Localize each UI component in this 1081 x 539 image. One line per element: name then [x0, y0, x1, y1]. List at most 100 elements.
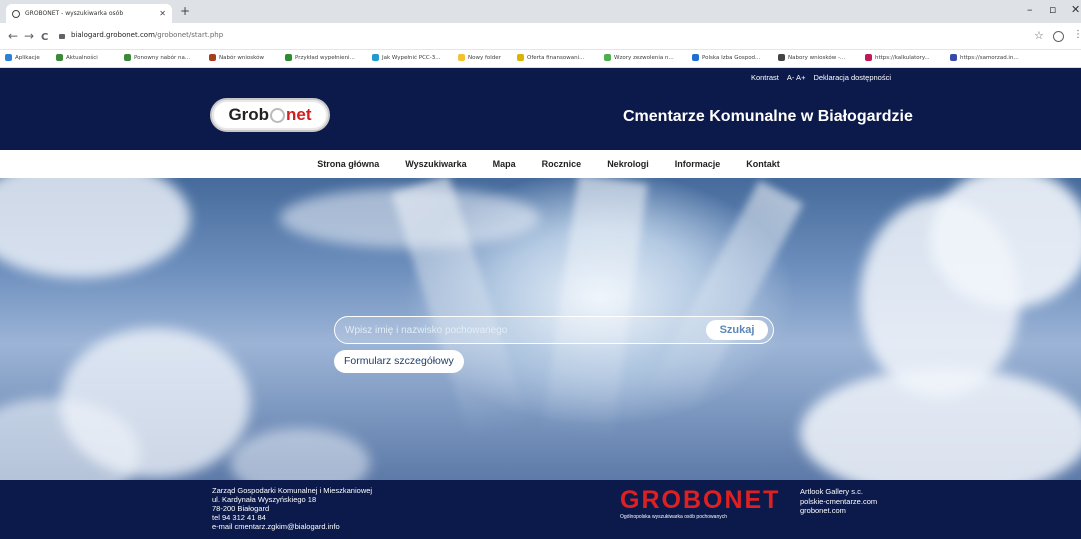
site-footer: Zarząd Gospodarki Komunalnej i Mieszkani… [0, 480, 1081, 539]
bookmark-item[interactable]: https://samorzad.in... [950, 54, 1019, 61]
detailed-form-button[interactable]: Formularz szczegółowy [334, 350, 464, 373]
browser-menu-icon[interactable]: ⋮ [1073, 29, 1081, 40]
cloud [230, 428, 370, 480]
search-button[interactable]: Szukaj [706, 320, 768, 340]
bookmark-label: Polska Izba Gospod... [702, 54, 761, 61]
bookmark-label: https://kalkulatory... [875, 54, 930, 61]
search-input[interactable] [345, 322, 695, 339]
light-beam [542, 178, 648, 442]
cloud [280, 188, 540, 248]
globe-icon [12, 9, 20, 18]
footer-links: Artlook Gallery s.c. polskie-cmentarze.c… [800, 487, 877, 516]
bookmark-item[interactable]: Ponowny nabór na... [124, 54, 190, 61]
font-size-link[interactable]: A- A+ [787, 73, 806, 82]
logo-text-grob: Grob [228, 105, 270, 124]
bookmark-favicon [285, 54, 292, 61]
contrast-link[interactable]: Kontrast [751, 73, 779, 82]
main-nav: Strona główna Wyszukiwarka Mapa Rocznice… [0, 150, 1081, 178]
footer-company: Artlook Gallery s.c. [800, 487, 863, 496]
bookmark-label: Nowy folder [468, 54, 501, 61]
footer-brand: GROBONET [620, 486, 781, 514]
window-close-button[interactable]: ✕ [1071, 3, 1080, 16]
bookmark-item[interactable]: Nabory wniosków -... [778, 54, 845, 61]
bookmark-label: Wzory zezwolenia n... [614, 54, 674, 61]
bookmark-item[interactable]: Oferta finansowani... [517, 54, 584, 61]
url-path: /grobonet/start.php [154, 31, 224, 39]
bookmarks-bar: Aplikacje Aktualności Ponowny nabór na..… [0, 50, 1081, 68]
nav-anniversaries[interactable]: Rocznice [542, 159, 582, 169]
bookmark-item[interactable]: Jak Wypełnić PCC-3... [372, 54, 440, 61]
cloud [0, 178, 190, 278]
footer-address-line: Zarząd Gospodarki Komunalnej i Mieszkani… [212, 486, 373, 495]
footer-link[interactable]: polskie-cmentarze.com [800, 497, 877, 507]
profile-icon[interactable] [1053, 31, 1064, 42]
nav-information[interactable]: Informacje [675, 159, 721, 169]
bookmark-favicon [124, 54, 131, 61]
address-bar: ← → C bialogard.grobonet.com/grobonet/st… [0, 23, 1081, 50]
site-title: Cmentarze Komunalne w Białogardzie [623, 108, 913, 125]
bookmark-favicon [778, 54, 785, 61]
bookmark-favicon [56, 54, 63, 61]
site-header: Kontrast A- A+ Deklaracja dostępności Gr… [0, 68, 1081, 150]
browser-tab[interactable]: GROBONET - wyszukiwarka osób ✕ [6, 4, 172, 23]
bookmark-favicon [604, 54, 611, 61]
bookmark-item[interactable]: https://kalkulatory... [865, 54, 930, 61]
nav-search[interactable]: Wyszukiwarka [405, 159, 466, 169]
footer-email[interactable]: e-mail cmentarz.zgkim@bialogard.info [212, 522, 372, 531]
bookmark-label: https://samorzad.in... [960, 54, 1019, 61]
bookmark-item[interactable]: Polska Izba Gospod... [692, 54, 760, 61]
bookmark-favicon [865, 54, 872, 61]
nav-map[interactable]: Mapa [493, 159, 516, 169]
bookmark-label: Ponowny nabór na... [134, 54, 191, 61]
url-field[interactable]: bialogard.grobonet.com/grobonet/start.ph… [71, 31, 223, 39]
bookmark-favicon [372, 54, 379, 61]
folder-icon [458, 54, 465, 61]
back-button[interactable]: ← [8, 29, 18, 43]
bookmark-item[interactable]: Aktualności [56, 54, 98, 61]
browser-tabstrip: GROBONET - wyszukiwarka osób ✕ + – ▫ ✕ [0, 0, 1081, 23]
light-beam [646, 180, 804, 416]
footer-address-line: tel 94 312 41 84 [212, 513, 266, 522]
cloud [800, 368, 1081, 480]
bookmark-item[interactable]: Przykład wypełnieni... [285, 54, 355, 61]
new-tab-button[interactable]: + [180, 4, 190, 18]
bookmark-label: Nabory wniosków -... [788, 54, 846, 61]
nav-contact[interactable]: Kontakt [746, 159, 780, 169]
footer-address-line: 78-200 Białogard [212, 504, 270, 513]
logo-ring-icon [270, 107, 286, 123]
footer-link[interactable]: grobonet.com [800, 506, 877, 516]
nav-obituaries[interactable]: Nekrologi [607, 159, 649, 169]
bookmark-item[interactable]: Nowy folder [458, 54, 501, 61]
minimize-button[interactable]: – [1027, 3, 1033, 16]
bookmark-favicon [517, 54, 524, 61]
nav-home[interactable]: Strona główna [317, 159, 379, 169]
reload-button[interactable]: C [41, 31, 48, 45]
bookmark-item[interactable]: Aplikacje [5, 54, 40, 61]
bookmark-favicon [209, 54, 216, 61]
accessibility-declaration-link[interactable]: Deklaracja dostępności [813, 73, 891, 82]
bookmark-item[interactable]: Nabór wniosków [209, 54, 264, 61]
footer-address-line: ul. Kardynała Wyszyńskiego 18 [212, 495, 317, 504]
bookmark-favicon [5, 54, 12, 61]
bookmark-favicon [950, 54, 957, 61]
bookmark-label: Aktualności [66, 54, 98, 61]
bookmark-label: Nabór wniosków [219, 54, 264, 61]
tab-close-icon[interactable]: ✕ [159, 9, 166, 18]
tab-title: GROBONET - wyszukiwarka osób [25, 10, 124, 17]
bookmark-star-icon[interactable]: ☆ [1034, 29, 1044, 42]
lock-icon [59, 34, 65, 39]
bookmark-label: Jak Wypełnić PCC-3... [382, 54, 441, 61]
restore-button[interactable]: ▫ [1049, 3, 1056, 16]
bookmark-label: Przykład wypełnieni... [295, 54, 355, 61]
grobonet-logo[interactable]: Grob net [210, 98, 330, 132]
url-host: bialogard.grobonet.com [71, 31, 155, 39]
logo-text-net: net [286, 105, 312, 124]
bookmark-label: Oferta finansowani... [527, 54, 585, 61]
bookmark-item[interactable]: Wzory zezwolenia n... [604, 54, 674, 61]
bookmark-label: Aplikacje [15, 54, 40, 61]
grobonet-footer-logo[interactable]: GROBONET Ogólnopolska wyszukiwarka osób … [620, 486, 790, 520]
forward-button[interactable]: → [24, 29, 34, 43]
bookmark-favicon [692, 54, 699, 61]
search-box: Szukaj [334, 316, 774, 344]
footer-address: Zarząd Gospodarki Komunalnej i Mieszkani… [212, 486, 372, 531]
